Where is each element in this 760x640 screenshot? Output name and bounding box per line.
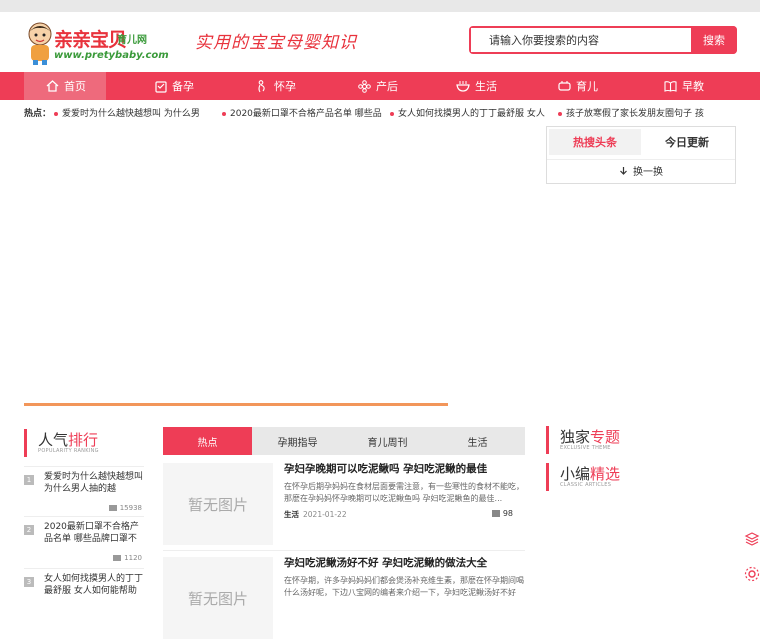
hot-topics-bar: 热点： 爱爱时为什么越快越想叫 为什么男 2020最新口罩不合格产品名单 哪些品… bbox=[0, 102, 760, 124]
bullet-icon bbox=[54, 111, 58, 116]
tab-parenting-weekly[interactable]: 育儿周刊 bbox=[343, 427, 432, 455]
nav-label: 备孕 bbox=[172, 80, 194, 93]
hot-label: 热点： bbox=[24, 109, 52, 119]
book-icon bbox=[664, 81, 677, 92]
refresh-icon bbox=[620, 167, 627, 175]
exclusive-title: 独家专题 bbox=[560, 428, 621, 446]
refresh-label: 换一换 bbox=[633, 167, 663, 178]
ranking-header: 人气排行 POPULARITY RANKING bbox=[24, 427, 154, 459]
comment-icon bbox=[113, 555, 122, 561]
nav-item-beiyun[interactable]: 备孕 bbox=[155, 72, 194, 100]
bullet-icon bbox=[390, 111, 394, 116]
bullet-icon bbox=[558, 111, 562, 116]
rank-title: 女人如何找摸男人的丁丁最舒服 女人如何能帮助 bbox=[44, 574, 144, 596]
exclusive-subtitle: EXCLUSIVE THEME bbox=[560, 445, 611, 451]
comment-icon bbox=[108, 505, 117, 511]
section-accent-bar bbox=[24, 429, 27, 457]
nav-item-shenghuo[interactable]: 生活 bbox=[456, 72, 497, 100]
article-date: 2021-01-22 bbox=[303, 510, 347, 519]
layers-icon[interactable] bbox=[744, 530, 760, 546]
flower-icon bbox=[358, 79, 371, 93]
clipboard-icon bbox=[155, 80, 167, 93]
rank-number: 1 bbox=[24, 475, 34, 485]
ranking-subtitle: POPULARITY RANKING bbox=[38, 448, 99, 454]
editor-header: 小编精选 CLASSIC ARTICLES bbox=[546, 461, 656, 493]
bowl-icon bbox=[456, 81, 470, 92]
rank-number: 2 bbox=[24, 525, 34, 535]
logo-url: www.pretybaby.com bbox=[54, 50, 169, 61]
article-meta: 生活 2021-01-22 bbox=[284, 509, 347, 520]
rank-title: 2020最新口罩不合格产品名单 哪些品牌口罩不 bbox=[44, 522, 139, 544]
pregnancy-icon bbox=[258, 79, 265, 92]
search-input[interactable] bbox=[471, 28, 693, 52]
nav-label: 早教 bbox=[682, 80, 704, 93]
article-title[interactable]: 孕妇孕晚期可以吃泥鳅吗 孕妇吃泥鳅的最佳 bbox=[284, 461, 487, 476]
ranking-item[interactable]: 3 女人如何找摸男人的丁丁最舒服 女人如何能帮助 bbox=[24, 568, 144, 618]
top-strip bbox=[0, 0, 760, 12]
search-button[interactable]: 搜索 bbox=[691, 26, 737, 54]
header: 亲亲宝贝 育儿网 www.pretybaby.com 实用的宝宝母婴知识 搜索 bbox=[0, 12, 760, 72]
hot-item[interactable]: 爱爱时为什么越快越想叫 为什么男 bbox=[54, 106, 200, 119]
section-accent-bar bbox=[546, 426, 549, 454]
hot-item[interactable]: 孩子放寒假了家长发朋友圈句子 孩 bbox=[558, 106, 704, 119]
nav-label: 产后 bbox=[376, 80, 398, 93]
tab-pregnancy-guide[interactable]: 孕期指导 bbox=[253, 427, 342, 455]
main-nav: 首页 备孕 怀孕 产后 生活 育儿 早教 bbox=[0, 72, 760, 100]
tab-today-update[interactable]: 今日更新 bbox=[641, 129, 733, 155]
hot-item[interactable]: 女人如何找摸男人的丁丁最舒服 女人 bbox=[390, 106, 545, 119]
hot-item[interactable]: 2020最新口罩不合格产品名单 哪些品 bbox=[222, 106, 382, 119]
article-thumbnail[interactable]: 暂无图片 bbox=[163, 463, 273, 545]
rank-number: 3 bbox=[24, 577, 34, 587]
rank-views: 1120 bbox=[113, 554, 142, 562]
exclusive-header: 独家专题 EXCLUSIVE THEME bbox=[546, 424, 656, 456]
nav-label: 怀孕 bbox=[274, 80, 296, 93]
rank-views: 15938 bbox=[108, 504, 142, 512]
hot-search-tabs: 热搜头条 今日更新 bbox=[549, 129, 733, 155]
nav-item-chanhou[interactable]: 产后 bbox=[358, 72, 398, 100]
article-summary: 在怀孕期，许多孕妈妈妈们都会煲汤补充维生素，那麽在怀孕期间喝什么汤好呢，下边八宝… bbox=[284, 576, 524, 597]
ranking-item[interactable]: 1 爱爱时为什么越快越想叫 为什么男人抽的越 15938 bbox=[24, 466, 144, 516]
bullet-icon bbox=[222, 111, 226, 116]
refresh-button[interactable]: 换一换 bbox=[547, 159, 735, 181]
baby-mascot-icon bbox=[28, 22, 52, 65]
nav-label: 首页 bbox=[64, 80, 86, 93]
logo-subtitle: 育儿网 bbox=[117, 35, 147, 46]
hot-search-box: 热搜头条 今日更新 换一换 bbox=[546, 126, 736, 184]
article-summary: 在怀孕后期孕妈妈在食材层面要需注意，有一些寒性的食材不能吃，那麽在孕妈妈怀孕晚期… bbox=[284, 482, 524, 503]
article-card[interactable]: 暂无图片 孕妇孕晚期可以吃泥鳅吗 孕妇吃泥鳅的最佳 在怀孕后期孕妈妈在食材层面要… bbox=[163, 457, 525, 547]
comment-icon bbox=[491, 510, 500, 517]
article-comments: 98 bbox=[491, 509, 513, 518]
editor-title: 小编精选 bbox=[560, 465, 621, 483]
editor-subtitle: CLASSIC ARTICLES bbox=[560, 482, 612, 488]
section-accent-bar bbox=[546, 463, 549, 491]
nav-item-zaojiao[interactable]: 早教 bbox=[664, 72, 704, 100]
ranking-title: 人气排行 bbox=[38, 431, 99, 449]
article-title[interactable]: 孕妇吃泥鳅汤好不好 孕妇吃泥鳅的做法大全 bbox=[284, 555, 487, 570]
nav-item-huaiyun[interactable]: 怀孕 bbox=[256, 72, 296, 100]
tab-life[interactable]: 生活 bbox=[433, 427, 522, 455]
slogan: 实用的宝宝母婴知识 bbox=[195, 33, 357, 53]
nav-label: 育儿 bbox=[576, 80, 598, 93]
article-category[interactable]: 生活 bbox=[284, 510, 299, 519]
nav-item-home[interactable]: 首页 bbox=[24, 72, 106, 100]
gear-icon[interactable] bbox=[744, 566, 760, 582]
banner-divider bbox=[24, 403, 448, 406]
tab-hot-search[interactable]: 热搜头条 bbox=[549, 129, 641, 155]
baby-icon bbox=[558, 81, 571, 91]
rank-title: 爱爱时为什么越快越想叫 为什么男人抽的越 bbox=[44, 472, 144, 494]
content-tabs: 热点 孕期指导 育儿周刊 生活 bbox=[163, 427, 525, 455]
search-box: 搜索 bbox=[469, 26, 737, 54]
ranking-item[interactable]: 2 2020最新口罩不合格产品名单 哪些品牌口罩不 1120 bbox=[24, 516, 144, 566]
home-icon bbox=[46, 80, 59, 92]
article-card[interactable]: 暂无图片 孕妇吃泥鳅汤好不好 孕妇吃泥鳅的做法大全 在怀孕期，许多孕妈妈妈们都会… bbox=[163, 550, 525, 640]
article-thumbnail[interactable]: 暂无图片 bbox=[163, 557, 273, 639]
nav-label: 生活 bbox=[475, 80, 497, 93]
tab-hot[interactable]: 热点 bbox=[163, 427, 252, 455]
nav-item-yuer[interactable]: 育儿 bbox=[558, 72, 598, 100]
site-logo[interactable]: 亲亲宝贝 育儿网 www.pretybaby.com bbox=[24, 22, 169, 68]
logo-title: 亲亲宝贝 bbox=[54, 29, 127, 51]
